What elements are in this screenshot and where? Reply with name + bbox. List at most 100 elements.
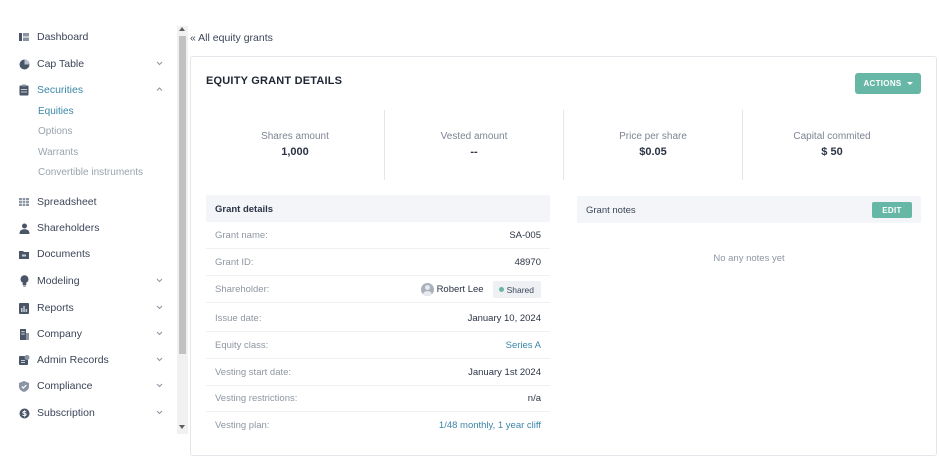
vesting-plan-link[interactable]: 1/48 monthly, 1 year cliff: [439, 420, 541, 431]
sidebar-item-label: Spreadsheet: [37, 196, 97, 208]
spreadsheet-icon: [18, 195, 30, 209]
grant-detail-row-id: Grant ID: 48970: [206, 249, 550, 276]
sidebar-item-admin-records[interactable]: Admin Records: [0, 349, 176, 371]
folder-icon: [18, 247, 30, 261]
stat-shares-amount: Shares amount 1,000: [206, 110, 384, 180]
shareholder-name-link[interactable]: Robert Lee: [437, 284, 484, 295]
sidebar-item-label: Dashboard: [37, 31, 89, 43]
dollar-icon: $: [18, 406, 30, 420]
chevron-down-icon: [156, 61, 163, 66]
row-value: January 1st 2024: [468, 367, 541, 378]
sidebar-item-label: Company: [37, 328, 82, 340]
sidebar-item-label: Subscription: [37, 407, 95, 419]
back-to-equity-grants-link[interactable]: « All equity grants: [190, 32, 273, 44]
grant-detail-row-vesting-restrictions: Vesting restrictions: n/a: [206, 385, 550, 412]
row-label: Grant ID:: [215, 257, 254, 268]
row-label: Vesting plan:: [215, 420, 270, 431]
sidebar-item-spreadsheet[interactable]: Spreadsheet: [0, 191, 176, 213]
grant-detail-row-issue-date: Issue date: January 10, 2024: [206, 305, 550, 332]
user-icon: [18, 221, 30, 235]
chevron-up-icon: [156, 87, 163, 91]
status-dot-icon: [498, 287, 504, 292]
edit-notes-button[interactable]: EDIT: [872, 202, 912, 218]
sidebar-item-label: Cap Table: [37, 58, 85, 70]
stat-label: Price per share: [619, 131, 687, 142]
sidebar-item-dashboard[interactable]: Dashboard: [0, 26, 176, 48]
row-label: Shareholder:: [215, 284, 270, 295]
sidebar-item-label: Admin Records: [37, 354, 109, 366]
status-badge: Shared: [492, 281, 541, 298]
sidebar-subitem-convertible-instruments[interactable]: Convertible instruments: [38, 167, 143, 178]
sidebar-item-documents[interactable]: Documents: [0, 243, 176, 265]
scrollbar-thumb[interactable]: [179, 36, 186, 354]
stat-label: Capital commited: [793, 131, 871, 142]
grant-detail-row-name: Grant name: SA-005: [206, 222, 550, 249]
row-label: Issue date:: [215, 313, 262, 324]
sidebar-item-label: Compliance: [37, 380, 93, 392]
empty-notes-text: No any notes yet: [713, 253, 785, 264]
sidebar-item-reports[interactable]: Reports: [0, 297, 176, 319]
row-label: Equity class:: [215, 340, 269, 351]
stat-vested-amount: Vested amount --: [385, 110, 563, 180]
row-label: Vesting restrictions:: [215, 393, 298, 404]
sidebar-item-cap-table[interactable]: Cap Table: [0, 53, 176, 75]
grant-notes-heading: Grant notes: [586, 205, 636, 216]
shield-check-icon: [18, 379, 30, 393]
shareholder-value: Robert Lee Shared: [420, 281, 541, 298]
sidebar-item-securities[interactable]: Securities: [0, 79, 176, 101]
sidebar-item-compliance[interactable]: Compliance: [0, 375, 176, 397]
status-badge-label: Shared: [506, 284, 534, 295]
stat-label: Shares amount: [261, 131, 329, 142]
sidebar-item-label: Modeling: [37, 275, 80, 287]
avatar-icon: [420, 283, 434, 296]
chevron-down-icon: [156, 383, 163, 388]
clipboard-icon: [18, 83, 30, 97]
grant-detail-row-vesting-start: Vesting start date: January 1st 2024: [206, 359, 550, 386]
chevron-down-icon: [156, 331, 163, 336]
dashboard-icon: [18, 30, 30, 44]
building-icon: [18, 327, 30, 341]
scroll-down-arrow-icon[interactable]: [179, 425, 185, 429]
stat-label: Vested amount: [440, 131, 508, 142]
admin-records-icon: [18, 353, 30, 367]
stat-value: $0.05: [639, 146, 667, 158]
svg-text:$: $: [21, 409, 26, 418]
actions-button-label: ACTIONS: [863, 79, 902, 88]
row-value: 48970: [514, 257, 541, 268]
scroll-up-arrow-icon[interactable]: [179, 27, 185, 31]
equity-class-link[interactable]: Series A: [506, 340, 541, 351]
grant-detail-row-shareholder: Shareholder: Robert Lee Shared: [206, 276, 550, 303]
caret-down-icon: [906, 82, 913, 85]
sidebar: Dashboard Cap Table Securities Equities …: [0, 0, 176, 460]
chevron-down-icon: [156, 305, 163, 310]
page-title: EQUITY GRANT DETAILS: [206, 75, 343, 87]
row-value: January 10, 2024: [467, 313, 541, 324]
sidebar-item-subscription[interactable]: $ Subscription: [0, 402, 176, 424]
sidebar-subitem-warrants[interactable]: Warrants: [38, 147, 78, 158]
grant-detail-row-vesting-plan: Vesting plan: 1/48 monthly, 1 year cliff: [206, 412, 550, 439]
report-icon: [18, 301, 30, 315]
stat-value: 1,000: [281, 146, 309, 158]
chevron-down-icon: [156, 278, 163, 283]
sidebar-item-label: Securities: [37, 84, 84, 96]
grant-details-heading: Grant details: [215, 204, 274, 215]
row-label: Grant name:: [215, 230, 268, 241]
pie-chart-icon: [18, 57, 30, 71]
sidebar-subitem-options[interactable]: Options: [38, 126, 72, 137]
sidebar-item-company[interactable]: Company: [0, 323, 176, 345]
sidebar-item-label: Reports: [37, 302, 74, 314]
row-value: n/a: [527, 393, 541, 404]
stat-capital-committed: Capital commited $ 50: [743, 110, 921, 180]
stat-value: $ 50: [821, 146, 843, 158]
sidebar-item-label: Shareholders: [37, 222, 100, 234]
row-value: SA-005: [509, 230, 541, 241]
row-label: Vesting start date:: [215, 367, 292, 378]
lightbulb-icon: [18, 274, 30, 288]
sidebar-item-shareholders[interactable]: Shareholders: [0, 217, 176, 239]
chevron-down-icon: [156, 410, 163, 415]
sidebar-item-modeling[interactable]: Modeling: [0, 270, 176, 292]
actions-button[interactable]: ACTIONS: [855, 73, 921, 94]
sidebar-subitem-equities[interactable]: Equities: [38, 106, 74, 117]
sidebar-item-label: Documents: [37, 248, 91, 260]
stat-value: --: [470, 146, 478, 158]
